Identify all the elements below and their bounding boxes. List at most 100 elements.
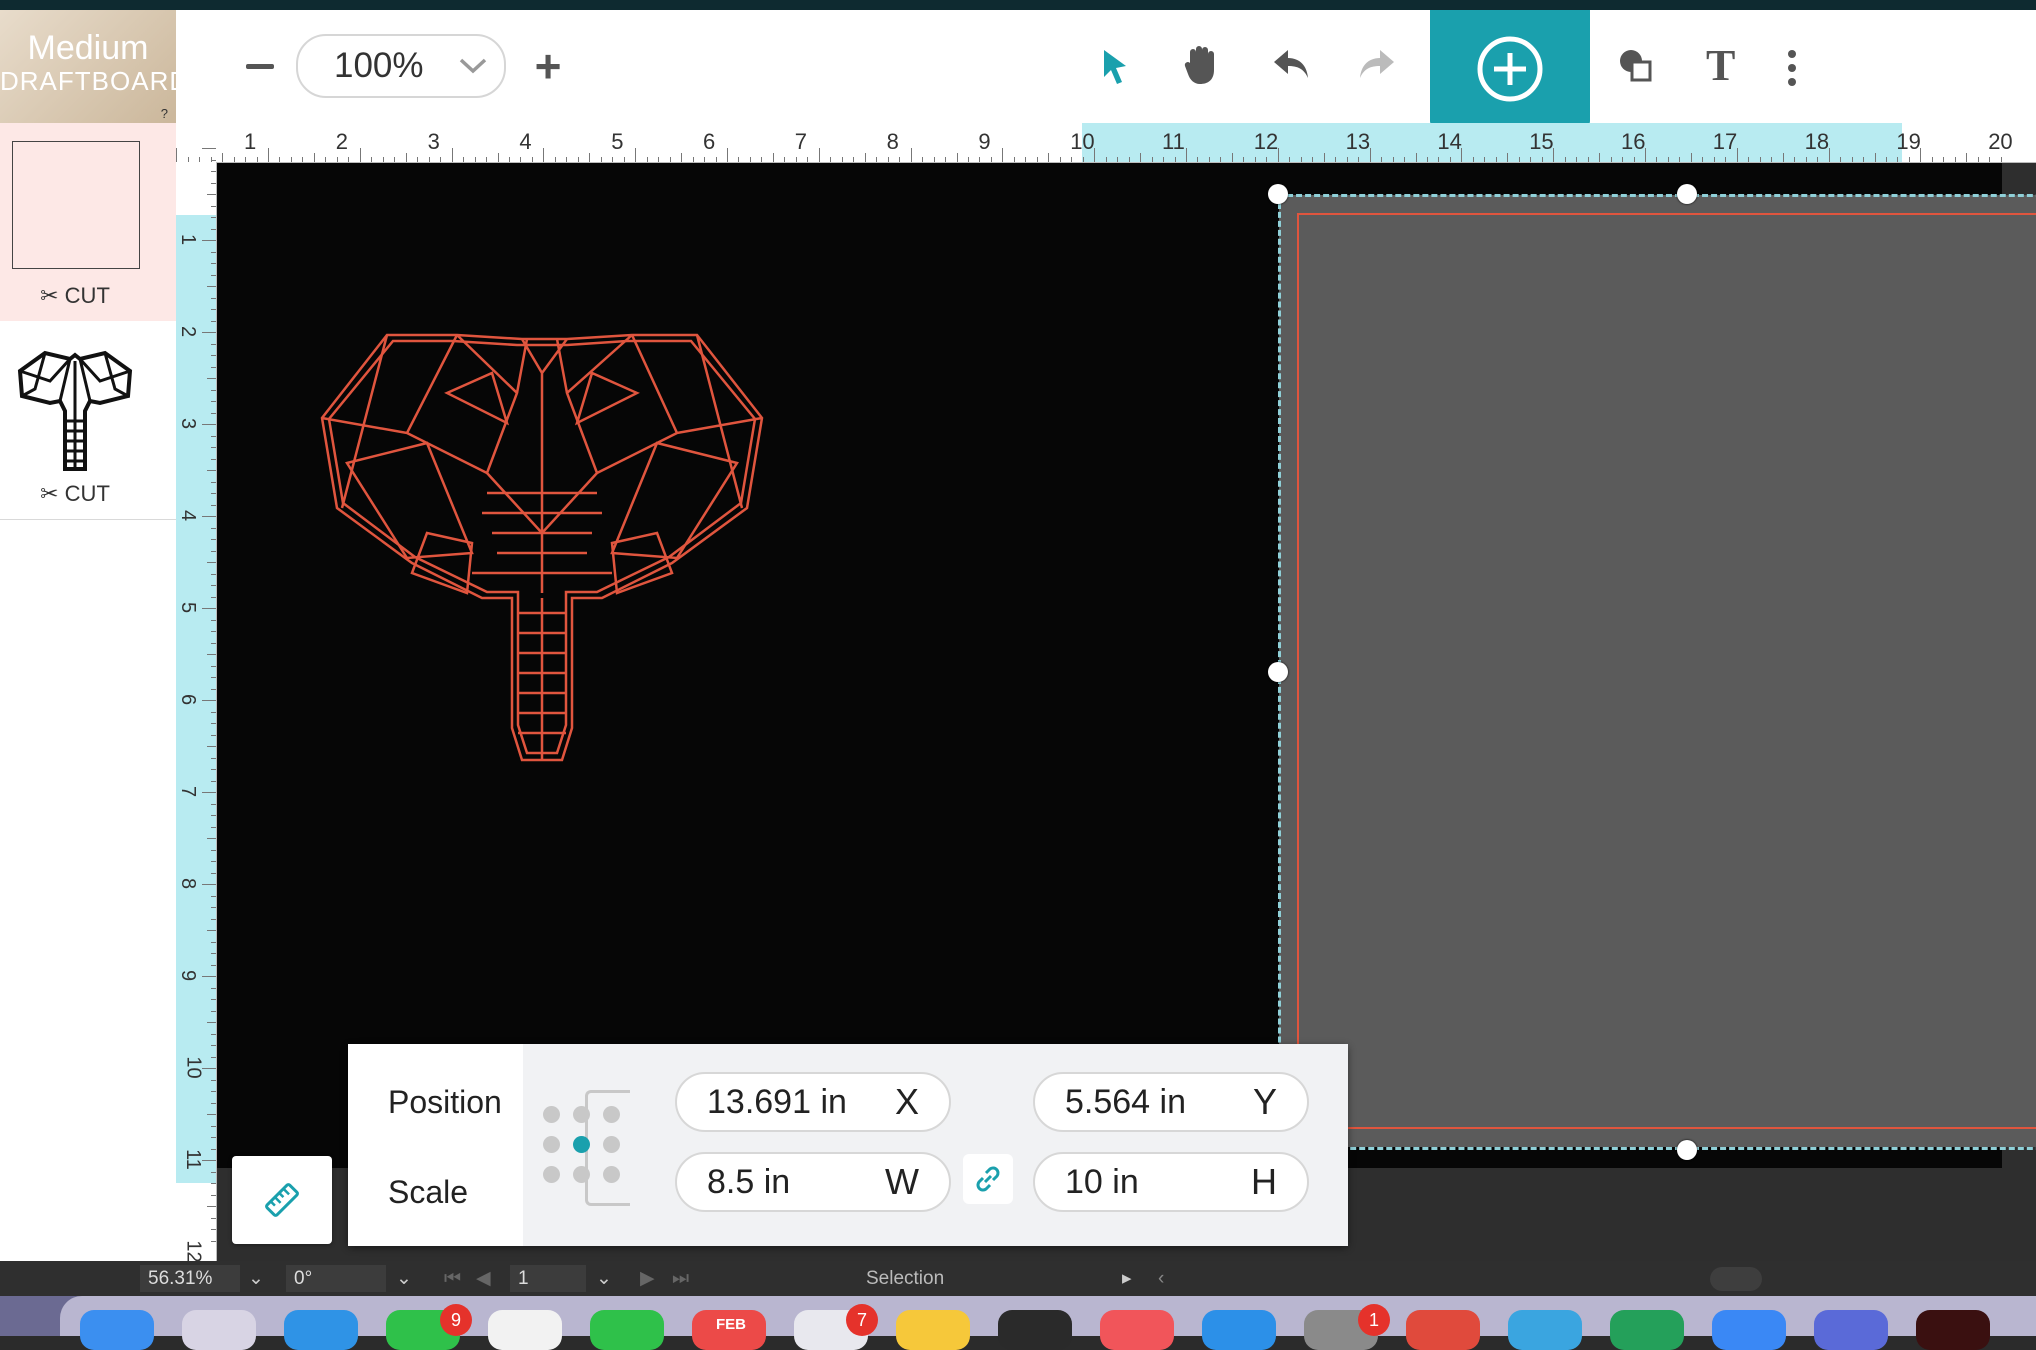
zoom-in-button[interactable]: + [518,36,578,96]
scale-height-field[interactable]: 10 in H [1033,1152,1309,1212]
ruler-tick-label: 13 [1345,129,1371,154]
anchor-dot[interactable] [543,1166,560,1183]
scroll-thumb[interactable] [1710,1267,1762,1291]
ruler-tick [211,1148,216,1150]
zoom-select[interactable]: 100% [296,34,506,98]
anchor-dot[interactable] [573,1166,590,1183]
ruler-tick [405,153,407,162]
ruler-tick [211,1171,216,1173]
elephant-thumbnail [17,350,133,471]
dock-app-icon[interactable] [1814,1310,1888,1350]
ruler-tick [1254,157,1256,162]
add-button[interactable] [1430,10,1590,127]
next-page-icon[interactable]: ▶ [640,1265,655,1292]
dock-app-icon[interactable] [1100,1310,1174,1350]
chevron-down-icon[interactable]: ⌄ [248,1265,264,1292]
lock-proportions-button[interactable] [963,1154,1013,1204]
material-help[interactable]: ? [161,106,168,121]
dock-app-icon[interactable] [1508,1310,1582,1350]
page-field[interactable]: 1 [510,1265,586,1292]
resize-handle[interactable] [1268,662,1288,682]
ruler-tick [211,320,216,322]
undo-icon[interactable] [1270,44,1312,84]
ruler-tick [1541,157,1543,162]
ruler-tick [1989,157,1991,162]
dock-app-icon[interactable] [1406,1310,1480,1350]
dock-app-icon[interactable] [590,1310,664,1350]
plus-icon: + [534,40,562,92]
ruler-tick-label: 18 [1804,129,1830,154]
chevron-left-icon[interactable]: ‹ [1158,1265,1164,1292]
text-tool-icon[interactable]: T [1706,40,1735,91]
position-x-field[interactable]: 13.691 in X [675,1072,951,1132]
elephant-design[interactable] [287,333,837,933]
scale-width-field[interactable]: 8.5 in W [675,1152,951,1212]
notification-badge: 7 [846,1304,878,1336]
ruler-tick [1197,157,1199,162]
prev-page-icon[interactable]: ◀ [476,1265,491,1292]
ruler-tick [1381,157,1383,162]
selection-box[interactable] [1278,194,2036,1150]
dock-app-icon[interactable] [1610,1310,1684,1350]
dock-app-icon[interactable] [488,1310,562,1350]
anchor-dot[interactable] [543,1136,560,1153]
ruler-tick [1346,157,1348,162]
anchor-dot[interactable] [603,1136,620,1153]
ruler-tick [211,309,216,310]
dock-app-icon[interactable] [896,1310,970,1350]
resize-handle[interactable] [1677,184,1697,204]
dock-app-icon[interactable] [1202,1310,1276,1350]
material-selector[interactable]: Medium DRAFTBOARD ? [0,10,176,123]
anchor-dot[interactable] [603,1106,620,1123]
anchor-dot[interactable] [573,1136,590,1153]
ruler-tick [211,171,216,172]
ruler-tick [211,1091,216,1092]
redo-icon[interactable] [1356,44,1398,84]
ruler-tick [1885,157,1887,162]
anchor-dot[interactable] [603,1166,620,1183]
position-y-field[interactable]: 5.564 in Y [1033,1072,1309,1132]
zoom-level-field[interactable]: 56.31% [140,1265,240,1292]
ruler-tick [211,999,216,1000]
measure-button[interactable] [232,1156,332,1244]
chevron-down-icon[interactable]: ⌄ [596,1265,612,1292]
dock-app-icon[interactable] [284,1310,358,1350]
dock-app-icon[interactable] [1712,1310,1786,1350]
last-page-icon[interactable]: ⏭ [672,1265,689,1292]
layer-item[interactable]: ✂︎ CUT [0,321,176,520]
hand-pan-icon[interactable] [1182,42,1222,88]
ruler-tick [1645,148,1646,162]
h-axis-label: H [1251,1161,1277,1202]
ruler-tick [211,504,216,506]
ruler-tick-label: 16 [1621,129,1646,154]
zoom-out-button[interactable] [230,36,290,96]
more-vertical-icon[interactable] [1782,48,1802,88]
ruler-tick [211,918,216,920]
ruler-tick [359,148,361,162]
ruler-tick [382,157,384,162]
first-page-icon[interactable]: ⏮ [444,1265,461,1292]
ruler-tick [211,849,216,851]
select-arrow-icon[interactable] [1096,44,1134,88]
ruler-tick [1507,153,1509,162]
y-value: 5.564 in [1065,1082,1186,1121]
ruler-tick [1449,157,1451,162]
link-icon [976,1166,1000,1192]
layer-item[interactable]: ✂︎ CUT [0,123,176,322]
anchor-point-selector[interactable] [543,1090,633,1206]
rotation-field[interactable]: 0° [286,1265,386,1292]
chevron-down-icon[interactable]: ⌄ [396,1265,412,1292]
dock-app-icon[interactable] [80,1310,154,1350]
dock-app-icon[interactable] [998,1310,1072,1350]
play-icon[interactable]: ▸ [1122,1265,1132,1292]
ruler-tick [207,1206,216,1207]
anchor-dot[interactable] [573,1106,590,1123]
shapes-icon[interactable] [1616,46,1656,86]
dock-app-icon[interactable] [182,1310,256,1350]
anchor-dot[interactable] [543,1106,560,1123]
dock-app-icon[interactable] [1916,1310,1990,1350]
resize-handle[interactable] [1268,184,1288,204]
material-name: Medium [27,29,149,67]
ruler-tick [658,157,660,162]
resize-handle[interactable] [1677,1140,1697,1160]
